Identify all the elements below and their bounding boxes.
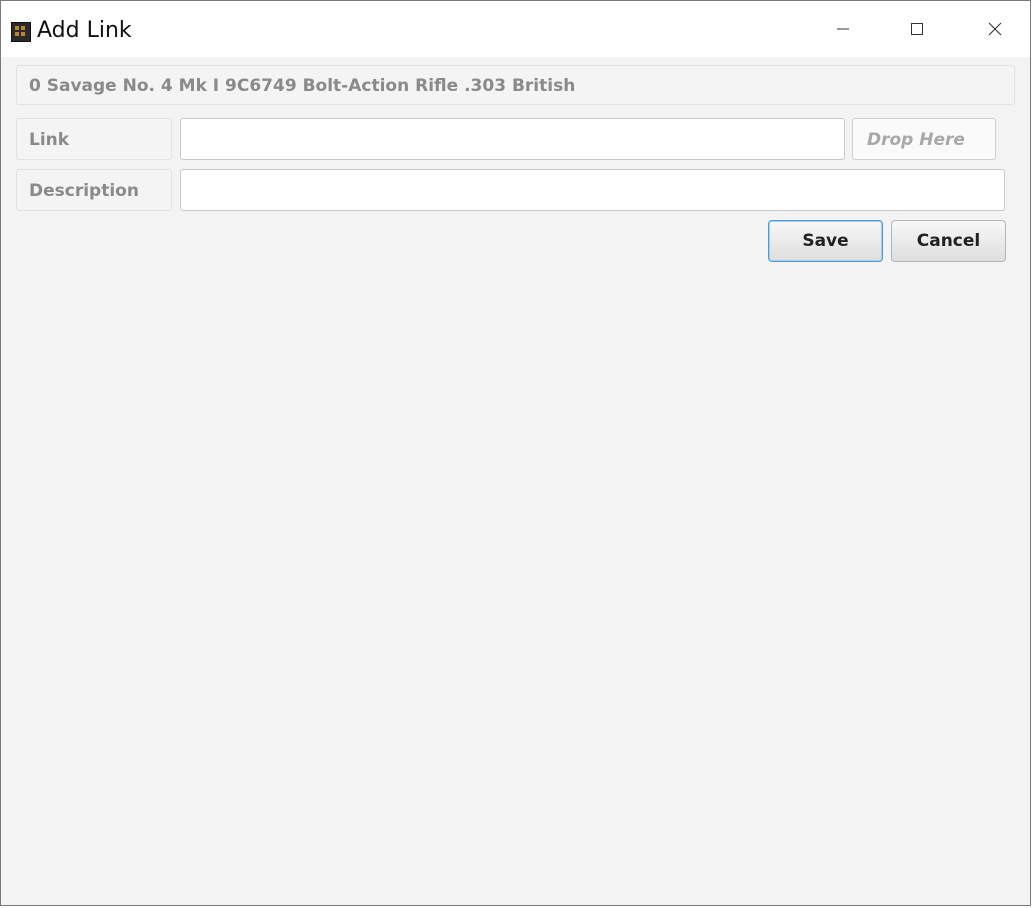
- description-label-box: Description: [16, 169, 172, 211]
- title-bar[interactable]: Add Link: [1, 1, 1030, 57]
- maximize-icon: [910, 22, 924, 36]
- minimize-icon: [836, 22, 850, 36]
- app-icon: [11, 22, 31, 42]
- close-icon: [987, 21, 1003, 37]
- item-header-text: 0 Savage No. 4 Mk I 9C6749 Bolt-Action R…: [29, 76, 576, 96]
- minimize-button[interactable]: [813, 1, 873, 57]
- description-input[interactable]: [180, 169, 1005, 211]
- description-label: Description: [29, 181, 139, 201]
- maximize-button[interactable]: [887, 1, 947, 57]
- save-button[interactable]: Save: [768, 220, 883, 262]
- link-label-box: Link: [16, 118, 172, 160]
- cancel-button[interactable]: Cancel: [891, 220, 1006, 262]
- drop-here-target[interactable]: Drop Here: [852, 118, 996, 160]
- link-input[interactable]: [180, 118, 845, 160]
- close-button[interactable]: [965, 1, 1025, 57]
- item-header: 0 Savage No. 4 Mk I 9C6749 Bolt-Action R…: [16, 65, 1015, 105]
- link-label: Link: [29, 130, 70, 150]
- dialog-content: 0 Savage No. 4 Mk I 9C6749 Bolt-Action R…: [1, 57, 1030, 905]
- add-link-dialog: Add Link 0 Savage No. 4 Mk I 9C6749 Bolt…: [0, 0, 1031, 906]
- window-title: Add Link: [37, 18, 132, 43]
- drop-here-label: Drop Here: [867, 130, 965, 150]
